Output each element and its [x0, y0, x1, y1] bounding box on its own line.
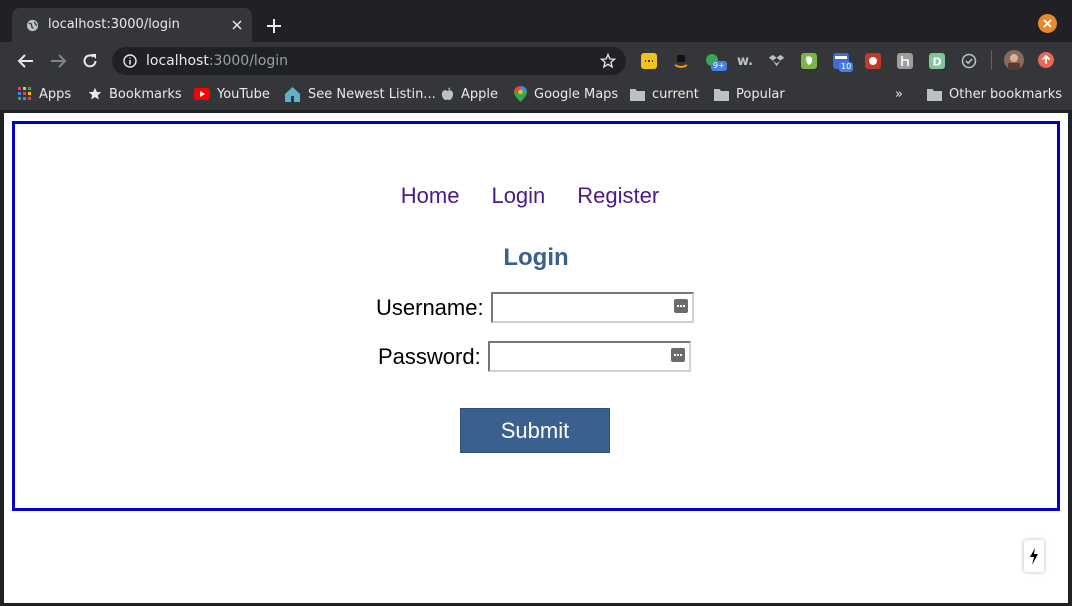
folder-icon [714, 88, 729, 101]
tab-strip: localhost:3000/login [0, 0, 1072, 42]
other-bookmarks[interactable]: Other bookmarks [927, 80, 1062, 108]
bookmark-label: Apps [39, 86, 72, 102]
bookmark-apple[interactable]: Apple [441, 80, 498, 108]
page-title: Login [503, 244, 569, 271]
apps-grid-icon [18, 87, 31, 100]
password-label: Password: [378, 343, 481, 369]
grey-ext-icon[interactable] [897, 53, 913, 69]
chevron-double-icon: » [895, 86, 903, 102]
svg-text:D: D [933, 56, 942, 69]
username-field-wrap [490, 292, 694, 323]
youtube-icon [194, 88, 210, 100]
extension-badge: 10 [839, 62, 854, 72]
d-ext-icon[interactable]: D [929, 53, 945, 69]
close-tab-icon[interactable] [230, 18, 244, 32]
site-info-icon[interactable] [123, 54, 137, 68]
nav-login-link[interactable]: Login [491, 183, 545, 209]
password-field-wrap [487, 341, 691, 372]
page-viewport: Home Login Register Login Username: Pass… [4, 113, 1068, 603]
new-tab-icon[interactable] [264, 16, 284, 36]
nav-register-link[interactable]: Register [577, 183, 659, 209]
bookmark-label: YouTube [217, 86, 270, 102]
bookmark-label: current [652, 86, 699, 102]
toolbar-divider [991, 50, 992, 70]
amazon-ext-icon[interactable] [673, 53, 689, 69]
tab-title: localhost:3000/login [48, 17, 180, 32]
green-ext-icon[interactable]: 9+ [705, 53, 727, 71]
red-ext-icon[interactable] [865, 53, 881, 69]
notes-ext-icon[interactable] [641, 53, 657, 69]
url-text: localhost:3000/login [146, 53, 289, 69]
maps-pin-icon [514, 86, 527, 102]
folder-icon [927, 88, 942, 101]
login-container: Home Login Register Login Username: Pass… [12, 121, 1060, 511]
bookmark-label: Popular [736, 86, 785, 102]
bookmark-apps[interactable]: Apps [18, 80, 71, 108]
bookmark-label: Other bookmarks [949, 86, 1063, 102]
dev-tools-button[interactable] [1024, 540, 1044, 572]
house-icon [285, 87, 300, 102]
address-bar[interactable]: localhost:3000/login [112, 47, 626, 75]
bookmark-bookmarks[interactable]: Bookmarks [88, 80, 182, 108]
browser-tab[interactable]: localhost:3000/login [12, 8, 252, 42]
lightning-bolt-icon [1030, 548, 1038, 565]
password-row: Password: [378, 341, 691, 372]
password-manager-icon[interactable] [670, 348, 685, 362]
more-bookmarks-button[interactable]: » [895, 80, 903, 108]
evernote-ext-icon[interactable] [801, 53, 817, 69]
username-input[interactable] [490, 292, 694, 323]
w-ext-icon[interactable]: w. [737, 53, 753, 69]
close-icon [1043, 19, 1052, 28]
calendar-ext-icon[interactable]: 10 [833, 53, 854, 72]
password-input[interactable] [487, 341, 691, 372]
extension-badge: 9+ [711, 61, 727, 71]
globe-icon [26, 19, 39, 32]
bookmark-label: Google Maps [534, 86, 619, 102]
bookmark-label: Bookmarks [109, 86, 182, 102]
bookmark-label: See Newest Listin... [308, 86, 436, 102]
window-close-button[interactable] [1038, 14, 1057, 33]
reload-icon[interactable] [80, 51, 100, 71]
folder-icon [630, 88, 645, 101]
bookmarks-bar: Apps Bookmarks YouTube See Newest Listin… [0, 80, 1072, 110]
profile-avatar[interactable] [1004, 50, 1024, 70]
bookmark-folder-popular[interactable]: Popular [714, 80, 785, 108]
update-icon[interactable] [1038, 52, 1054, 68]
submit-button[interactable]: Submit [460, 408, 610, 453]
svg-text:w.: w. [737, 54, 753, 69]
browser-toolbar: localhost:3000/login 9+ w. 10 D [0, 42, 1072, 80]
bookmark-folder-current[interactable]: current [630, 80, 699, 108]
forward-arrow-icon[interactable] [48, 51, 68, 71]
site-nav: Home Login Register [15, 183, 1057, 209]
apple-icon [441, 87, 454, 101]
bookmark-google-maps[interactable]: Google Maps [514, 80, 618, 108]
bookmark-listings[interactable]: See Newest Listin... [284, 80, 436, 108]
star-icon [88, 87, 102, 100]
password-manager-icon[interactable] [673, 299, 688, 313]
check-ext-icon[interactable] [961, 53, 977, 69]
back-arrow-icon[interactable] [16, 51, 36, 71]
nav-home-link[interactable]: Home [401, 183, 460, 209]
username-row: Username: [376, 292, 694, 323]
bookmark-label: Apple [461, 86, 499, 102]
dropbox-ext-icon[interactable] [769, 53, 785, 69]
bookmark-youtube[interactable]: YouTube [194, 80, 270, 108]
username-label: Username: [376, 294, 484, 320]
bookmark-star-icon[interactable] [600, 53, 616, 69]
